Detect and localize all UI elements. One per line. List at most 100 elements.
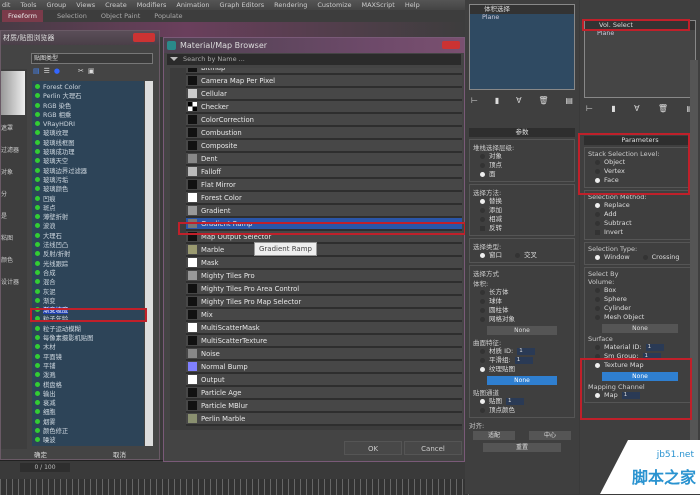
list-item[interactable]: 灰泥 xyxy=(32,288,144,297)
spinner-input[interactable]: 1 xyxy=(645,343,664,351)
pin-icon[interactable]: ⊢ xyxy=(586,104,593,113)
radio-option[interactable]: 材质 ID: 1 xyxy=(473,347,571,356)
radio-option[interactable]: Window xyxy=(588,253,630,262)
list-item[interactable]: VRayHDRI xyxy=(32,120,144,129)
list-item[interactable]: 斑点 xyxy=(32,204,144,213)
sort-icon[interactable]: ☰ xyxy=(44,67,50,75)
menu-item[interactable]: Group xyxy=(47,0,67,10)
list-item[interactable]: 每像素摄影机贴图 xyxy=(32,334,144,343)
list-item[interactable]: 木材 xyxy=(32,343,144,352)
list-item[interactable]: 噪波 xyxy=(32,436,144,445)
radio-option[interactable]: 交叉 xyxy=(508,251,537,260)
list-item[interactable]: 光线跟踪 xyxy=(32,260,144,269)
map-list-item[interactable]: Particle MBlur xyxy=(186,400,462,413)
spinner-input[interactable]: 1 xyxy=(506,397,524,405)
list-item[interactable]: 薄壁折射 xyxy=(32,213,144,222)
stack-item-base[interactable]: Plane xyxy=(470,14,574,21)
list-item[interactable]: 玻璃线框图 xyxy=(32,139,144,148)
list-item[interactable]: RGB 染色 xyxy=(32,102,144,111)
ok-button[interactable]: OK xyxy=(344,441,402,455)
timeline[interactable]: 0 / 100 xyxy=(0,460,470,495)
map-list-item[interactable]: Gradient xyxy=(186,205,462,218)
radio-option[interactable]: Subtract xyxy=(588,219,692,228)
radio-option[interactable]: 替换 xyxy=(473,197,571,206)
list-item[interactable]: 玻璃边界过滤器 xyxy=(32,167,144,176)
radio-option[interactable]: 平滑组: 1 xyxy=(473,356,571,365)
list-item[interactable]: 衰减 xyxy=(32,399,144,408)
menu-item[interactable]: Customize xyxy=(317,0,351,10)
radio-option[interactable]: 添加 xyxy=(473,206,571,215)
ribbon-tab[interactable]: Selection xyxy=(57,10,87,22)
radio-option[interactable]: Material ID: 1 xyxy=(588,343,692,352)
filter-field[interactable]: 贴图类型 xyxy=(31,53,153,64)
list-item[interactable]: 细胞 xyxy=(32,408,144,417)
list-item[interactable]: Forest Color xyxy=(32,83,144,92)
radio-option[interactable]: 贴图 1 xyxy=(473,397,571,406)
ribbon-tab[interactable]: Object Paint xyxy=(101,10,140,22)
menu-item[interactable]: Create xyxy=(105,0,127,10)
list-item[interactable]: 玻璃纹理 xyxy=(32,129,144,138)
align-button[interactable]: 适配 xyxy=(473,431,515,440)
map-list-item[interactable]: Cellular xyxy=(186,88,462,101)
map-list-item[interactable]: Noise xyxy=(186,348,462,361)
menu-item[interactable]: Rendering xyxy=(274,0,307,10)
make-unique-icon[interactable]: ∀ xyxy=(634,104,639,113)
menu-item[interactable]: Views xyxy=(76,0,95,10)
map-list-item[interactable]: Mix xyxy=(186,309,462,322)
list-item[interactable]: 烟雾 xyxy=(32,418,144,427)
radio-option[interactable]: 面 xyxy=(473,170,571,179)
list-item[interactable]: 粒子运动模糊 xyxy=(32,325,144,334)
list-item[interactable]: 法线凹凸 xyxy=(32,241,144,250)
ok-button[interactable]: 确定 xyxy=(34,449,47,459)
close-button[interactable] xyxy=(133,33,155,42)
map-list-item[interactable]: Mighty Tiles Pro xyxy=(186,270,462,283)
map-list[interactable]: Forest Color Perlin 大理石 RGB 染色 RGB 相乘 VRayHD… xyxy=(32,81,144,446)
list-item[interactable]: 平铺 xyxy=(32,362,144,371)
list-item[interactable]: Perlin 大理石 xyxy=(32,92,144,101)
radio-option[interactable]: 顶点颜色 xyxy=(473,406,571,415)
list-item[interactable]: 输出 xyxy=(32,390,144,399)
list-item[interactable]: 波浪 xyxy=(32,222,144,231)
radio-option[interactable]: 顶点 xyxy=(473,161,571,170)
spinner-input[interactable]: 1 xyxy=(514,356,533,364)
map-list-item[interactable]: Composite xyxy=(186,140,462,153)
map-list-item[interactable]: Mask xyxy=(186,257,462,270)
list-item[interactable]: RGB 相乘 xyxy=(32,111,144,120)
menu-item[interactable]: Graph Editors xyxy=(220,0,265,10)
scrollbar[interactable] xyxy=(145,81,153,446)
rollout-header[interactable]: 参数 xyxy=(469,128,575,137)
ribbon-tab[interactable]: Freeform xyxy=(2,10,43,22)
map-list-item[interactable]: Marble xyxy=(186,244,462,257)
map-list-item[interactable]: MultiScatterTexture xyxy=(186,335,462,348)
map-list-item[interactable]: Perlin Marble xyxy=(186,413,462,426)
copy-icon[interactable]: ▣ xyxy=(88,67,95,75)
radio-option[interactable]: Cylinder xyxy=(588,304,692,313)
menu-item[interactable]: Modifiers xyxy=(137,0,167,10)
map-list-item[interactable]: Combustion xyxy=(186,127,462,140)
map-list-item[interactable]: ColorCorrection xyxy=(186,114,462,127)
show-end-result-icon[interactable]: ▮ xyxy=(495,96,499,105)
radio-option[interactable]: Mesh Object xyxy=(588,313,692,322)
list-item[interactable]: 泼溅 xyxy=(32,371,144,380)
radio-option[interactable]: Box xyxy=(588,286,692,295)
radio-option[interactable]: 球体 xyxy=(473,297,571,306)
radio-option[interactable]: 纹理贴图 xyxy=(473,365,571,374)
remove-modifier-icon[interactable]: 🗑 xyxy=(658,104,668,113)
map-list-item[interactable]: Camera Map Per Pixel xyxy=(186,75,462,88)
mesh-object-pick-button[interactable]: None xyxy=(487,326,557,335)
texture-map-button[interactable]: None xyxy=(487,376,557,385)
close-button[interactable] xyxy=(442,41,460,49)
map-list-item[interactable]: Particle Age xyxy=(186,387,462,400)
map-list-item[interactable]: Mighty Tiles Pro Area Control xyxy=(186,283,462,296)
radio-option[interactable]: Sphere xyxy=(588,295,692,304)
modifier-stack[interactable]: 体积选择 Plane xyxy=(469,4,575,90)
cancel-button[interactable]: Cancel xyxy=(404,441,462,455)
map-list-item[interactable]: Forest Color xyxy=(186,192,462,205)
map-list-item[interactable]: Bitmap xyxy=(186,68,462,75)
list-item[interactable]: 渐变 xyxy=(32,297,144,306)
map-list-item[interactable]: MultiScatterMask xyxy=(186,322,462,335)
mesh-object-pick-button[interactable]: None xyxy=(602,324,678,333)
pin-icon[interactable]: ⊢ xyxy=(471,96,478,105)
map-list-item[interactable]: Normal Bump xyxy=(186,361,462,374)
list-view-icon[interactable]: ▤ xyxy=(33,67,40,75)
